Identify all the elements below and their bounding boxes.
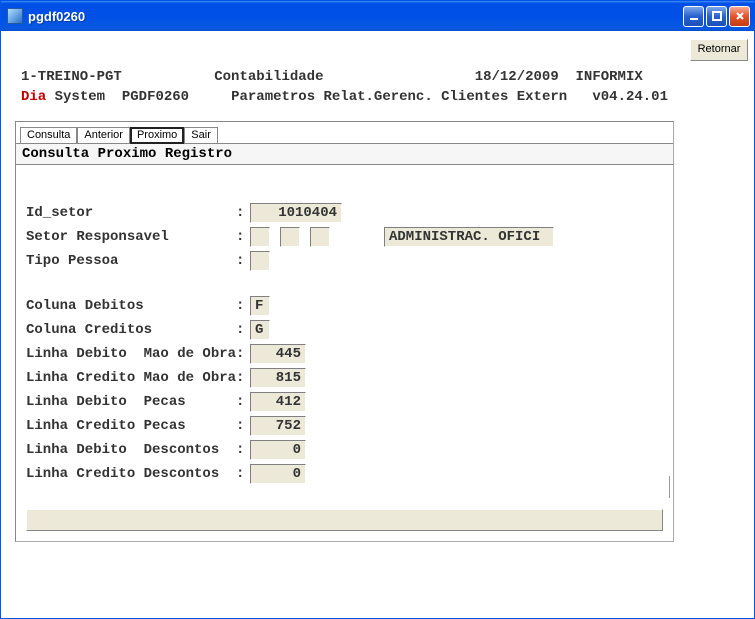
field-lin-cred-pec[interactable]: 752 (250, 416, 306, 436)
field-lin-cred-desc[interactable]: 0 (250, 464, 306, 484)
form-group: Consulta Anterior Proximo Sair Consulta … (15, 121, 674, 542)
row-lin-cred-mo: Linha Credito Mao de Obra : 815 (26, 366, 663, 389)
row-lin-cred-desc: Linha Credito Descontos : 0 (26, 462, 663, 485)
label-lin-cred-mo: Linha Credito Mao de Obra (26, 370, 236, 386)
row-lin-deb-pec: Linha Debito Pecas : 412 (26, 390, 663, 413)
form-area: Id_setor : 1010404 Setor Responsavel : (16, 165, 673, 541)
label-setor-resp: Setor Responsavel (26, 229, 236, 245)
field-col-deb[interactable]: F (250, 296, 270, 316)
label-lin-deb-mo: Linha Debito Mao de Obra (26, 346, 236, 362)
client-area: 1-TREINO-PGT Contabilidade 18/12/2009 IN… (1, 31, 754, 618)
field-lin-deb-mo[interactable]: 445 (250, 344, 306, 364)
retornar-button[interactable]: Retornar (690, 39, 748, 61)
label-tipo-pessoa: Tipo Pessoa (26, 253, 236, 269)
maximize-icon (711, 10, 723, 22)
field-lin-cred-mo[interactable]: 815 (250, 368, 306, 388)
row-id-setor: Id_setor : 1010404 (26, 201, 663, 224)
status-bar (26, 509, 663, 531)
minimize-icon (688, 10, 700, 22)
row-col-cred: Coluna Creditos : G (26, 318, 663, 341)
titlebar[interactable]: pgdf0260 (1, 1, 754, 31)
program-header: 1-TREINO-PGT Contabilidade 18/12/2009 IN… (15, 41, 674, 121)
tab-bar: Consulta Anterior Proximo Sair (16, 122, 673, 143)
row-col-deb: Coluna Debitos : F (26, 294, 663, 317)
right-panel: Retornar (684, 31, 754, 618)
field-lin-deb-pec[interactable]: 412 (250, 392, 306, 412)
field-id-setor: 1010404 (250, 203, 342, 223)
tab-anterior[interactable]: Anterior (77, 127, 130, 144)
field-col-cred[interactable]: G (250, 320, 270, 340)
row-tipo-pessoa: Tipo Pessoa : (26, 249, 663, 272)
label-lin-deb-desc: Linha Debito Descontos (26, 442, 236, 458)
row-lin-deb-desc: Linha Debito Descontos : 0 (26, 438, 663, 461)
maximize-button[interactable] (706, 6, 727, 27)
app-window: pgdf0260 1-TREINO-PGT Contabilidade 18/1… (0, 0, 755, 619)
field-setor-resp-c[interactable] (310, 227, 330, 247)
field-tipo-pessoa[interactable] (250, 251, 270, 271)
main-panel: 1-TREINO-PGT Contabilidade 18/12/2009 IN… (1, 31, 684, 618)
window-title: pgdf0260 (28, 9, 681, 24)
splitter-handle[interactable] (669, 476, 670, 498)
close-icon (734, 10, 746, 22)
field-setor-resp-b[interactable] (280, 227, 300, 247)
row-lin-deb-mo: Linha Debito Mao de Obra : 445 (26, 342, 663, 365)
label-col-deb: Coluna Debitos (26, 298, 236, 314)
row-lin-cred-pec: Linha Credito Pecas : 752 (26, 414, 663, 437)
field-setor-resp-a[interactable] (250, 227, 270, 247)
label-lin-cred-pec: Linha Credito Pecas (26, 418, 236, 434)
tab-consulta[interactable]: Consulta (20, 127, 77, 144)
app-icon (7, 8, 23, 24)
label-col-cred: Coluna Creditos (26, 322, 236, 338)
minimize-button[interactable] (683, 6, 704, 27)
label-lin-deb-pec: Linha Debito Pecas (26, 394, 236, 410)
subheader: Consulta Proximo Registro (16, 143, 673, 165)
tab-proximo[interactable]: Proximo (130, 127, 184, 144)
close-button[interactable] (729, 6, 750, 27)
field-lin-deb-desc[interactable]: 0 (250, 440, 306, 460)
tab-sair[interactable]: Sair (184, 127, 218, 144)
row-setor-resp: Setor Responsavel : ADMINISTRAC. OFICI (26, 225, 663, 248)
field-setor-resp-desc: ADMINISTRAC. OFICI (384, 227, 554, 247)
label-lin-cred-desc: Linha Credito Descontos (26, 466, 236, 482)
label-id-setor: Id_setor (26, 205, 236, 221)
